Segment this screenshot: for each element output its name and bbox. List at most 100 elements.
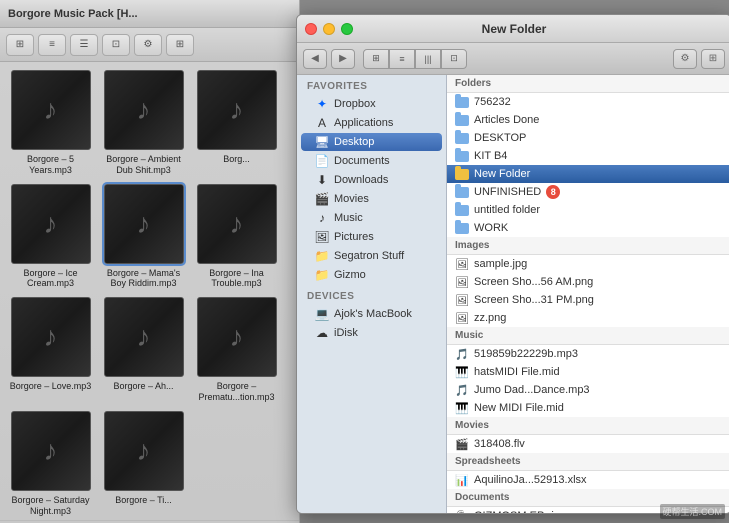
- album-art: ♪: [197, 184, 277, 264]
- icon-view-button[interactable]: ⊞: [363, 49, 389, 69]
- list-item[interactable]: 🎵 519859b22229b.mp3: [447, 345, 729, 363]
- sidebar-item-applications[interactable]: A Applications: [301, 114, 442, 132]
- list-item[interactable]: 🎵 Jumo Dad...Dance.mp3: [447, 381, 729, 399]
- sidebar-item-idisk[interactable]: ☁ iDisk: [301, 324, 442, 342]
- sidebar-item-movies[interactable]: 🎬 Movies: [301, 190, 442, 208]
- sidebar-item-downloads[interactable]: ⬇ Downloads: [301, 171, 442, 189]
- item-label: New MIDI File.mid: [474, 402, 564, 414]
- list-view-button[interactable]: ≡: [389, 49, 415, 69]
- itunes-view-btn-3[interactable]: ☰: [70, 34, 98, 56]
- flow-view-button[interactable]: ⊡: [441, 49, 467, 69]
- midi-file-icon: 🎹: [455, 401, 469, 415]
- sidebar-item-pictures[interactable]: 🖼 Pictures: [301, 228, 442, 246]
- sidebar-item-label: Movies: [334, 193, 369, 205]
- item-label: untitled folder: [474, 204, 540, 216]
- action-button[interactable]: ⚙: [673, 49, 697, 69]
- itunes-view-btn-4[interactable]: ⊡: [102, 34, 130, 56]
- arrange-button[interactable]: ⊞: [701, 49, 725, 69]
- image-file-icon: 🖼: [455, 293, 469, 307]
- maximize-button[interactable]: [341, 23, 353, 35]
- list-item[interactable]: Articles Done: [447, 111, 729, 129]
- sidebar-item-label: iDisk: [334, 327, 358, 339]
- folder-icon: 📁: [315, 249, 329, 263]
- list-item[interactable]: ♪ Borgore – Love.mp3: [8, 297, 93, 403]
- item-label: hatsMIDI File.mid: [474, 366, 560, 378]
- watermark: 硬帮生活.COM: [660, 504, 726, 519]
- itunes-toolbar: ⊞ ≡ ☰ ⊡ ⚙ ⊞: [0, 28, 299, 62]
- list-item[interactable]: ♪ Borg...: [194, 70, 279, 176]
- list-item[interactable]: KIT B4: [447, 147, 729, 165]
- music-note-icon: ♪: [137, 208, 151, 240]
- list-item[interactable]: ♪ Borgore – Ti...: [101, 411, 186, 517]
- spreadsheets-header: Spreadsheets: [447, 453, 729, 471]
- list-item[interactable]: ♪ Borgore – 5 Years.mp3: [8, 70, 93, 176]
- sidebar-item-desktop[interactable]: 🖥 Desktop: [301, 133, 442, 151]
- folder-icon: 📁: [315, 268, 329, 282]
- list-item[interactable]: DESKTOP: [447, 129, 729, 147]
- sidebar-item-label: Dropbox: [334, 98, 376, 110]
- image-file-icon: 🖼: [455, 275, 469, 289]
- minimize-button[interactable]: [323, 23, 335, 35]
- finder-toolbar: ◀ ▶ ⊞ ≡ ||| ⊡ ⚙ ⊞: [297, 43, 729, 75]
- sidebar-item-macbook[interactable]: 💻 Ajok's MacBook: [301, 305, 442, 323]
- itunes-view-btn-2[interactable]: ≡: [38, 34, 66, 56]
- close-button[interactable]: [305, 23, 317, 35]
- item-label: Articles Done: [474, 114, 539, 126]
- list-item[interactable]: ♪ Borgore – Saturday Night.mp3: [8, 411, 93, 517]
- item-label: GIZMOSM EP.zip: [474, 510, 560, 514]
- itunes-action-btn[interactable]: ⚙: [134, 34, 162, 56]
- forward-button[interactable]: ▶: [331, 49, 355, 69]
- sidebar-item-label: Gizmo: [334, 269, 366, 281]
- list-item[interactable]: 📊 AquilinoJa...52913.xlsx: [447, 471, 729, 489]
- track-label: Borgore – Ambient Dub Shit.mp3: [101, 154, 186, 176]
- list-item[interactable]: 756232: [447, 93, 729, 111]
- list-item[interactable]: untitled folder: [447, 201, 729, 219]
- folder-icon: [455, 167, 469, 181]
- album-art: ♪: [197, 70, 277, 150]
- back-button[interactable]: ◀: [303, 49, 327, 69]
- column-view-button[interactable]: |||: [415, 49, 441, 69]
- item-label: zz.png: [474, 312, 506, 324]
- video-file-icon: 🎬: [455, 437, 469, 451]
- list-item[interactable]: ♪ Borgore – Mama's Boy Riddim.mp3: [101, 184, 186, 290]
- list-item[interactable]: 🖼 Screen Sho...56 AM.png: [447, 273, 729, 291]
- sidebar-item-music[interactable]: ♪ Music: [301, 209, 442, 227]
- itunes-view-btn-1[interactable]: ⊞: [6, 34, 34, 56]
- list-item[interactable]: 🖼 Screen Sho...31 PM.png: [447, 291, 729, 309]
- new-folder-item[interactable]: New Folder 🎵 Borgore – Love.mp3 🎵 Borgor…: [447, 165, 729, 183]
- item-label: 756232: [474, 96, 511, 108]
- pictures-icon: 🖼: [315, 230, 329, 244]
- list-item[interactable]: ♪ Borgore – Ah...: [101, 297, 186, 403]
- sidebar-item-label: Ajok's MacBook: [334, 308, 412, 320]
- list-item[interactable]: ♪ Borgore – Ice Cream.mp3: [8, 184, 93, 290]
- xlsx-file-icon: 📊: [455, 473, 469, 487]
- sidebar-item-dropbox[interactable]: ✦ Dropbox: [301, 95, 442, 113]
- list-item[interactable]: ♪ Borgore – Ambient Dub Shit.mp3: [101, 70, 186, 176]
- list-item[interactable]: 🖼 sample.jpg: [447, 255, 729, 273]
- list-item[interactable]: 🎬 318408.flv: [447, 435, 729, 453]
- sidebar-item-documents[interactable]: 📄 Documents: [301, 152, 442, 170]
- music-icon: ♪: [315, 211, 329, 225]
- list-item[interactable]: 🎹 New MIDI File.mid: [447, 399, 729, 417]
- sidebar-item-segatron[interactable]: 📁 Segatron Stuff: [301, 247, 442, 265]
- item-label: sample.jpg: [474, 258, 527, 270]
- album-art: ♪: [197, 297, 277, 377]
- track-label: Borgore – Ina Trouble.mp3: [194, 268, 279, 290]
- sidebar-item-gizmo[interactable]: 📁 Gizmo: [301, 266, 442, 284]
- music-note-icon: ♪: [137, 435, 151, 467]
- folder-icon: [455, 113, 469, 127]
- track-label: Borgore – Mama's Boy Riddim.mp3: [101, 268, 186, 290]
- album-art: ♪: [104, 411, 184, 491]
- music-note-icon: ♪: [44, 321, 58, 353]
- list-item[interactable]: WORK: [447, 219, 729, 237]
- list-item[interactable]: ♪ Borgore – Prematu...tion.mp3: [194, 297, 279, 403]
- album-art: ♪: [11, 184, 91, 264]
- list-item[interactable]: UNFINISHED 8: [447, 183, 729, 201]
- finder-main: Folders 756232 Articles Done DESKTOP KIT…: [447, 75, 729, 514]
- movies-icon: 🎬: [315, 192, 329, 206]
- zip-file-icon: 🗜: [455, 509, 469, 514]
- list-item[interactable]: 🖼 zz.png: [447, 309, 729, 327]
- list-item[interactable]: ♪ Borgore – Ina Trouble.mp3: [194, 184, 279, 290]
- list-item[interactable]: 🎹 hatsMIDI File.mid: [447, 363, 729, 381]
- itunes-grid-btn[interactable]: ⊞: [166, 34, 194, 56]
